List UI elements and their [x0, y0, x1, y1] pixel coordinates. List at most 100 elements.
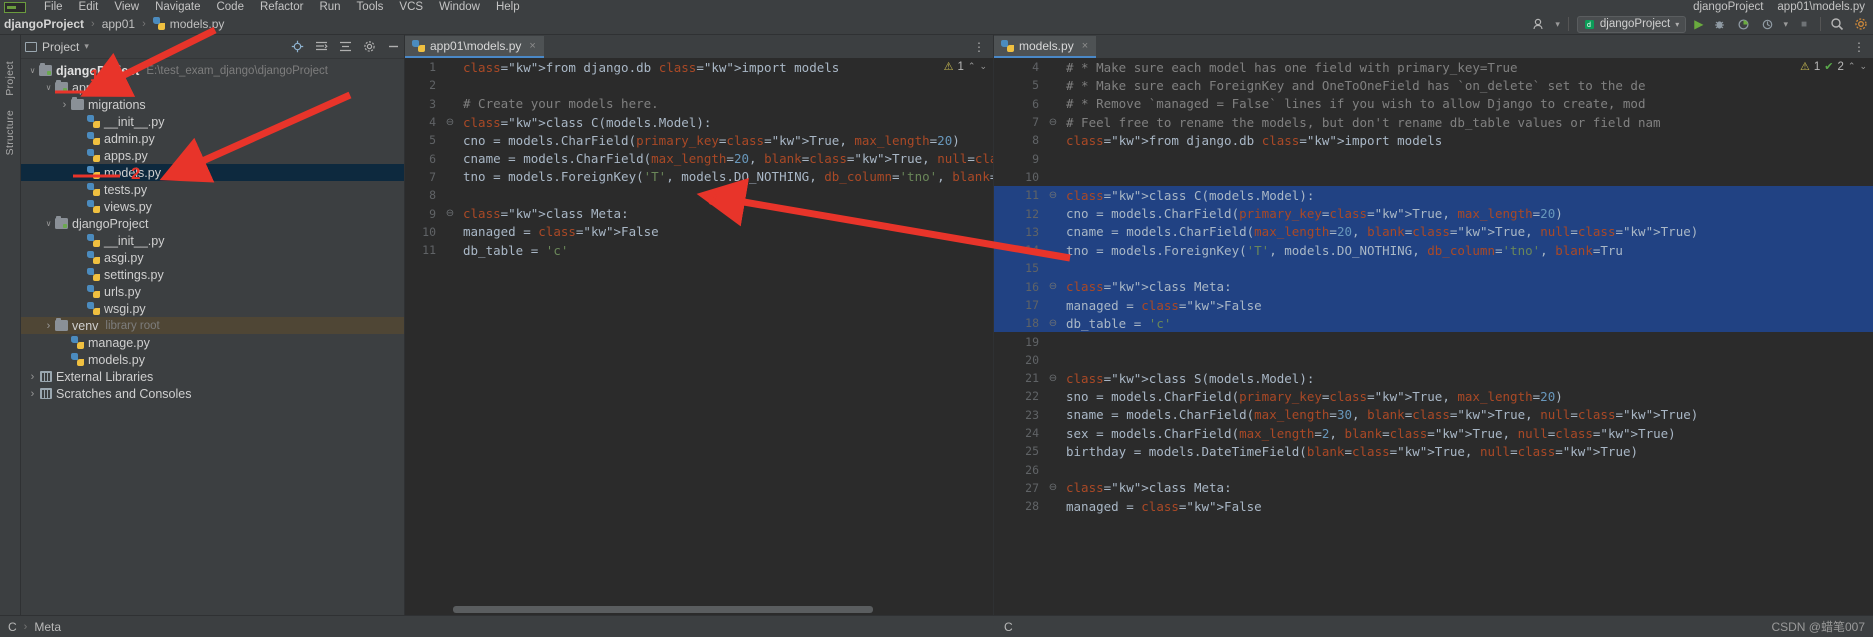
menu-item-view[interactable]: View	[106, 1, 147, 13]
tree-item-tests-py[interactable]: tests.py	[21, 181, 404, 198]
editor-tab-app01-models[interactable]: app01\models.py ×	[405, 36, 544, 58]
tree-item-venv[interactable]: › venv library root	[21, 317, 404, 334]
tree-item-init-py[interactable]: __init__.py	[21, 113, 404, 130]
tree-item-settings-py[interactable]: settings.py	[21, 266, 404, 283]
tree-item-app01[interactable]: ∨ app01	[21, 79, 404, 96]
fold-marker-icon[interactable]: ⊖	[1046, 373, 1060, 384]
fold-marker-icon[interactable]: ⊖	[1046, 190, 1060, 201]
menu-item-refactor[interactable]: Refactor	[252, 1, 311, 13]
tree-item-djangoproject[interactable]: ∨ djangoProject	[21, 215, 404, 232]
tree-item-djangoproject[interactable]: ∨ djangoProject E:\test_exam_django\django…	[21, 62, 404, 79]
expand-all-icon[interactable]	[338, 40, 352, 54]
next-problem-icon[interactable]: ⌄	[1859, 61, 1867, 72]
profile-caret-icon[interactable]: ▾	[1555, 19, 1560, 30]
fold-marker-icon[interactable]: ⊖	[1046, 117, 1060, 128]
menu-item-vcs[interactable]: VCS	[391, 1, 431, 13]
collapse-all-icon[interactable]	[314, 40, 328, 54]
tool-window-project[interactable]: Project	[4, 61, 16, 96]
status-crumb-class-right[interactable]: C	[1004, 620, 1013, 634]
gear-icon[interactable]	[362, 40, 376, 54]
code-text: class="kw">class Meta:	[1066, 480, 1232, 496]
search-everywhere-button[interactable]	[1829, 16, 1845, 32]
tree-item-scratches-and-consoles[interactable]: › Scratches and Consoles	[21, 385, 404, 402]
tree-item-external-libraries[interactable]: › External Libraries	[21, 368, 404, 385]
fold-marker-icon[interactable]: ⊖	[1046, 482, 1060, 493]
chevron-down-icon[interactable]: ▾	[84, 41, 89, 52]
debug-button[interactable]	[1711, 16, 1727, 32]
project-panel-title-group[interactable]: Project ▾	[25, 40, 89, 54]
tree-item-label: venv	[72, 318, 99, 333]
chevron-right-icon[interactable]: ›	[43, 320, 54, 332]
tree-item-admin-py[interactable]: admin.py	[21, 130, 404, 147]
previous-problem-icon[interactable]: ⌃	[968, 61, 976, 72]
profiler-caret-icon[interactable]: ▾	[1783, 19, 1788, 30]
menu-item-run[interactable]: Run	[311, 1, 348, 13]
run-configuration-selector[interactable]: d djangoProject ▾	[1576, 15, 1687, 33]
chevron-down-icon[interactable]: ∨	[27, 66, 38, 75]
menu-item-code[interactable]: Code	[208, 1, 252, 13]
close-icon[interactable]: ×	[529, 40, 535, 52]
code-area-left[interactable]: ⚠ 1 ⌃ ⌄ 1 class="kw">from django.db clas…	[405, 58, 993, 615]
fold-marker-icon[interactable]: ⊖	[1046, 318, 1060, 329]
inspection-widget-right[interactable]: ⚠ 1 ✔ 2 ⌃ ⌄	[1800, 60, 1867, 74]
tree-item-urls-py[interactable]: urls.py	[21, 283, 404, 300]
project-panel-actions	[290, 40, 400, 54]
code-line: 7 tno = models.ForeignKey('T', models.DO…	[405, 168, 993, 186]
status-crumb-class[interactable]: C	[8, 620, 17, 634]
breadcrumb-app01[interactable]: app01	[102, 17, 135, 31]
chevron-down-icon[interactable]: ∨	[43, 219, 54, 228]
editor-tab-models[interactable]: models.py ×	[994, 36, 1097, 58]
editor-options-kebab-icon[interactable]: ⋮	[973, 40, 985, 54]
tree-item-init-py[interactable]: __init__.py	[21, 232, 404, 249]
next-problem-icon[interactable]: ⌄	[979, 61, 987, 72]
python-file-icon	[1001, 39, 1014, 53]
fold-marker-icon[interactable]: ⊖	[443, 208, 457, 219]
fold-marker-icon[interactable]: ⊖	[1046, 281, 1060, 292]
tree-item-asgi-py[interactable]: asgi.py	[21, 249, 404, 266]
tree-item-apps-py[interactable]: apps.py	[21, 147, 404, 164]
run-button[interactable]: ▶	[1694, 17, 1703, 31]
breadcrumb-project[interactable]: djangoProject	[4, 17, 84, 31]
menu-item-file[interactable]: File	[36, 1, 71, 13]
fold-marker-icon[interactable]: ⊖	[443, 117, 457, 128]
code-area-right[interactable]: ⚠ 1 ✔ 2 ⌃ ⌄ 4 # * Make sure each model ha…	[994, 58, 1873, 615]
settings-button[interactable]	[1853, 16, 1869, 32]
breadcrumb-models-py[interactable]: models.py	[170, 17, 225, 31]
editor-options-kebab-icon[interactable]: ⋮	[1853, 40, 1865, 54]
project-tree[interactable]: ∨ djangoProject E:\test_exam_django\django…	[21, 59, 404, 615]
hide-icon[interactable]	[386, 40, 400, 54]
menu-item-help[interactable]: Help	[488, 1, 528, 13]
chevron-down-icon[interactable]: ∨	[43, 83, 54, 92]
tree-item-manage-py[interactable]: manage.py	[21, 334, 404, 351]
chevron-right-icon[interactable]: ›	[59, 99, 70, 111]
profiler-button[interactable]	[1759, 16, 1775, 32]
window-title: djangoProject app01\models.py	[1693, 1, 1865, 13]
inspection-widget-left[interactable]: ⚠ 1 ⌃ ⌄	[944, 60, 987, 74]
python-file-icon	[86, 149, 101, 162]
chevron-right-icon[interactable]: ›	[27, 371, 38, 383]
coverage-button[interactable]	[1735, 16, 1751, 32]
line-number: 10	[1025, 169, 1039, 184]
previous-problem-icon[interactable]: ⌃	[1848, 61, 1856, 72]
line-number: 18	[1025, 316, 1039, 331]
project-tool-window: Project ▾ ∨ djangoProject E:\test_exam_d…	[21, 35, 405, 615]
chevron-right-icon[interactable]: ›	[27, 388, 38, 400]
tree-item-migrations[interactable]: › migrations	[21, 96, 404, 113]
menu-item-window[interactable]: Window	[431, 1, 488, 13]
status-crumb-meta[interactable]: Meta	[34, 620, 61, 634]
line-number: 2	[429, 78, 436, 93]
menu-item-edit[interactable]: Edit	[71, 1, 107, 13]
menu-item-navigate[interactable]: Navigate	[147, 1, 208, 13]
code-line: 20	[994, 351, 1873, 369]
locate-icon[interactable]	[290, 40, 304, 54]
menu-item-tools[interactable]: Tools	[349, 1, 392, 13]
tool-window-structure[interactable]: Structure	[4, 110, 16, 155]
code-text: managed = class="kw">False	[1066, 297, 1262, 313]
tree-item-views-py[interactable]: views.py	[21, 198, 404, 215]
horizontal-scrollbar-left[interactable]	[443, 606, 993, 613]
tree-item-wsgi-py[interactable]: wsgi.py	[21, 300, 404, 317]
close-icon[interactable]: ×	[1082, 40, 1088, 52]
tree-item-models-py[interactable]: models.py	[21, 351, 404, 368]
profile-icon[interactable]	[1531, 16, 1547, 32]
tree-item-models-py[interactable]: models.py	[21, 164, 404, 181]
